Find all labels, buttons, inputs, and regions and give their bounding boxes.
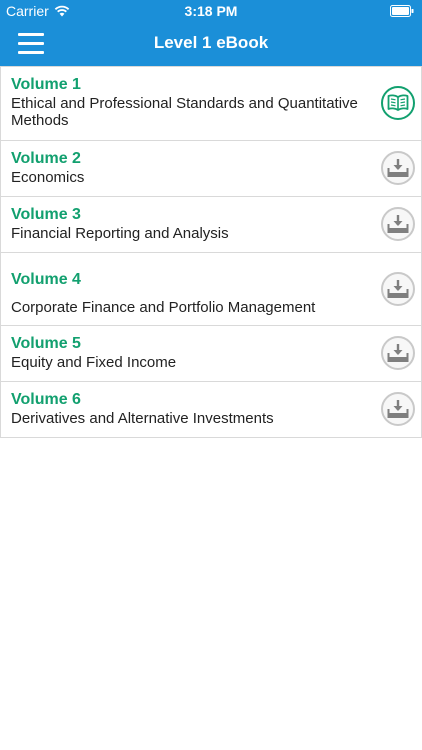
volume-subtitle: Derivatives and Alternative Investments bbox=[11, 410, 274, 427]
status-time: 3:18 PM bbox=[184, 3, 238, 19]
volume-title: Volume 3 bbox=[11, 206, 81, 223]
volume-title: Volume 2 bbox=[11, 150, 81, 167]
volume-title: Volume 4 bbox=[11, 271, 81, 288]
volume-subtitle: Corporate Finance and Portfolio Manageme… bbox=[11, 299, 316, 316]
navigation-bar: Level 1 eBook bbox=[0, 22, 422, 66]
download-icon bbox=[387, 280, 409, 298]
open-book-button[interactable] bbox=[381, 86, 415, 120]
download-icon bbox=[387, 215, 409, 233]
volume-title: Volume 5 bbox=[11, 335, 81, 352]
page-title: Level 1 eBook bbox=[153, 33, 269, 52]
volume-subtitle: Economics bbox=[11, 169, 85, 186]
download-button[interactable] bbox=[381, 392, 415, 426]
volume-title: Volume 1 bbox=[11, 76, 81, 93]
volume-title: Volume 6 bbox=[11, 391, 81, 408]
download-button[interactable] bbox=[381, 151, 415, 185]
volume-list: Volume 1 Ethical and Professional Standa… bbox=[0, 66, 422, 438]
volume-subtitle: Financial Reporting and Analysis bbox=[11, 225, 229, 242]
volume-subtitle: Ethical and Professional Standards and Q… bbox=[11, 95, 358, 129]
download-button[interactable] bbox=[381, 272, 415, 306]
open-book-icon bbox=[387, 94, 409, 111]
volume-subtitle: Equity and Fixed Income bbox=[11, 354, 177, 371]
volume-item[interactable]: Volume 2 Economics bbox=[0, 141, 422, 197]
download-icon bbox=[387, 344, 409, 362]
download-icon bbox=[387, 400, 409, 418]
app-header: Carrier 3:18 PM Level 1 eBook bbox=[0, 0, 422, 66]
status-bar: Carrier 3:18 PM bbox=[0, 0, 422, 22]
volume-item[interactable]: Volume 1 Ethical and Professional Standa… bbox=[0, 67, 422, 141]
download-icon bbox=[387, 159, 409, 177]
download-button[interactable] bbox=[381, 336, 415, 370]
volume-item[interactable]: Volume 3 Financial Reporting and Analysi… bbox=[0, 197, 422, 253]
volume-item[interactable]: Volume 5 Equity and Fixed Income bbox=[0, 326, 422, 382]
battery-icon bbox=[390, 5, 414, 17]
download-button[interactable] bbox=[381, 207, 415, 241]
volume-item[interactable]: Volume 4 Corporate Finance and Portfolio… bbox=[0, 253, 422, 326]
volume-item[interactable]: Volume 6 Derivatives and Alternative Inv… bbox=[0, 382, 422, 438]
